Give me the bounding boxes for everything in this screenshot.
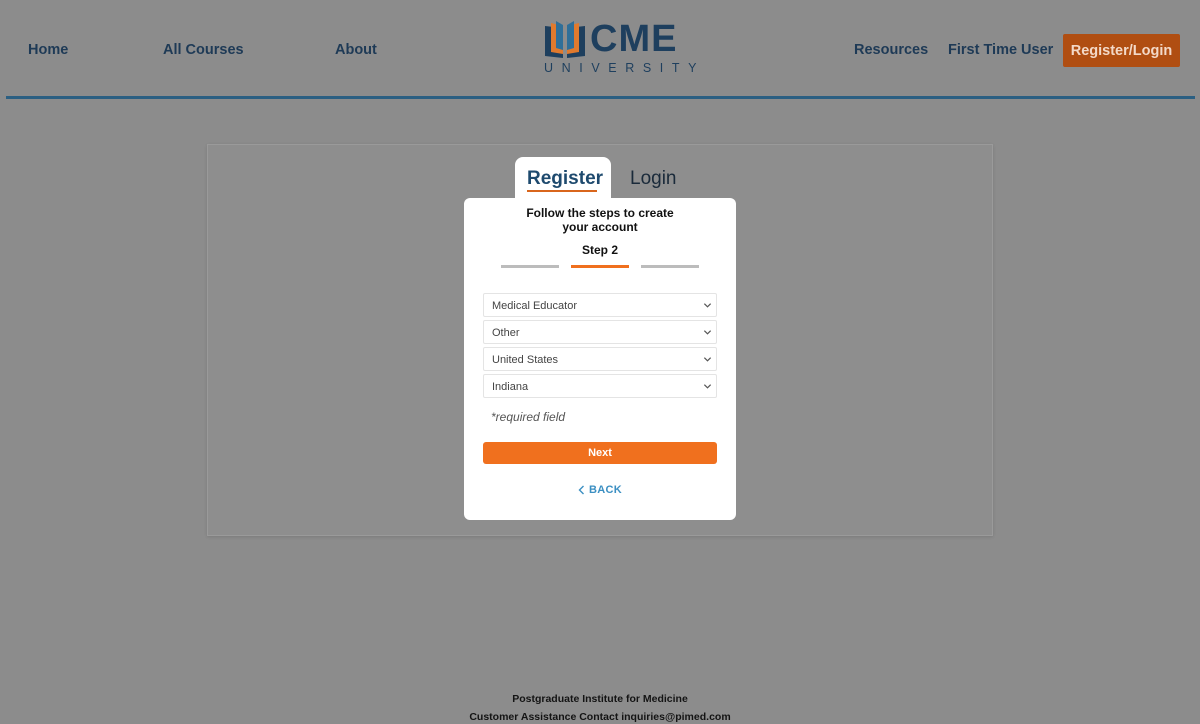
header-divider	[6, 96, 1195, 99]
tab-login[interactable]: Login	[618, 157, 688, 197]
chevron-down-icon	[703, 384, 712, 389]
footer-org: Postgraduate Institute for Medicine	[512, 693, 688, 705]
country-value: United States	[492, 354, 559, 366]
registration-modal: Follow the steps to create your account …	[464, 198, 736, 520]
specialty-value: Other	[492, 327, 520, 339]
chevron-down-icon	[703, 330, 712, 335]
step-indicator-1	[501, 265, 559, 268]
tab-login-label: Login	[630, 168, 677, 189]
nav-all-courses[interactable]: All Courses	[163, 42, 244, 58]
state-select[interactable]: Indiana	[483, 374, 717, 398]
site-header: Home All Courses About CME UNIVERSITY Re…	[0, 0, 1200, 100]
specialty-select[interactable]: Other	[483, 320, 717, 344]
register-login-button[interactable]: Register/Login	[1063, 34, 1180, 67]
next-button[interactable]: Next	[483, 442, 717, 464]
nav-first-time-user[interactable]: First Time User	[948, 42, 1053, 58]
modal-title-line-1: Follow the steps to create	[526, 206, 674, 220]
back-label: BACK	[589, 484, 622, 496]
open-book-icon	[545, 21, 585, 58]
step-label: Step 2	[581, 243, 618, 257]
chevron-down-icon	[703, 303, 712, 308]
tab-active-indicator	[527, 190, 597, 192]
nav-resources[interactable]: Resources	[854, 42, 928, 58]
country-select[interactable]: United States	[483, 347, 717, 371]
chevron-left-icon	[578, 485, 584, 495]
tab-register-label: Register	[527, 168, 604, 189]
nav-about[interactable]: About	[335, 42, 377, 58]
step-indicator-2	[571, 265, 629, 268]
logo-subtitle: UNIVERSITY	[544, 61, 706, 75]
modal-title-line-2: your account	[562, 220, 638, 234]
state-value: Indiana	[492, 381, 529, 393]
profession-value: Medical Educator	[492, 300, 577, 312]
step-indicator-3	[641, 265, 699, 268]
back-button[interactable]: BACK	[464, 484, 736, 496]
logo-wordmark: CME	[590, 18, 678, 60]
footer-contact: Customer Assistance Contact inquiries@pi…	[469, 711, 731, 723]
profession-select[interactable]: Medical Educator	[483, 293, 717, 317]
cme-university-logo[interactable]: CME UNIVERSITY	[540, 18, 696, 76]
nav-home[interactable]: Home	[28, 42, 68, 58]
modal-title: Follow the steps to create your account	[464, 206, 736, 234]
chevron-down-icon	[703, 357, 712, 362]
required-field-note: *required field	[491, 410, 566, 424]
